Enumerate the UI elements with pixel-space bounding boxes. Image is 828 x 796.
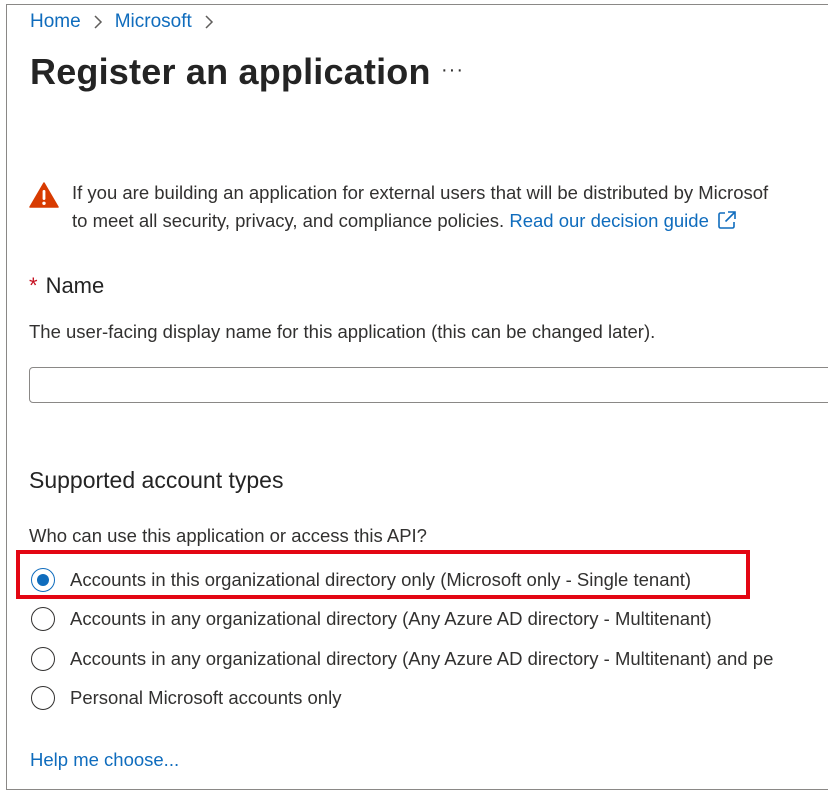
chevron-right-icon bbox=[93, 14, 103, 30]
warning-banner: If you are building an application for e… bbox=[29, 179, 828, 238]
radio-button[interactable] bbox=[31, 607, 55, 632]
breadcrumb-microsoft[interactable]: Microsoft bbox=[115, 11, 192, 33]
chevron-right-icon bbox=[204, 14, 214, 30]
blade-panel: Home Microsoft Register an application ·… bbox=[6, 4, 828, 790]
radio-button[interactable] bbox=[31, 686, 55, 711]
account-types-radio-group: Accounts in this organizational director… bbox=[31, 560, 828, 718]
breadcrumb-home[interactable]: Home bbox=[30, 11, 81, 33]
breadcrumb: Home Microsoft bbox=[30, 11, 226, 33]
warning-triangle-icon bbox=[29, 182, 59, 208]
radio-option-single-tenant[interactable]: Accounts in this organizational director… bbox=[31, 560, 828, 600]
account-types-question: Who can use this application or access t… bbox=[29, 525, 427, 546]
name-field-label: * Name bbox=[29, 273, 104, 299]
radio-button[interactable] bbox=[31, 646, 55, 671]
page-title: Register an application bbox=[30, 51, 431, 92]
required-marker: * bbox=[29, 273, 38, 298]
radio-label: Accounts in this organizational director… bbox=[70, 568, 692, 590]
radio-label: Personal Microsoft accounts only bbox=[70, 687, 342, 709]
decision-guide-link[interactable]: Read our decision guide bbox=[509, 210, 737, 231]
name-label-text: Name bbox=[45, 273, 105, 298]
radio-label: Accounts in any organizational directory… bbox=[70, 608, 712, 630]
help-me-choose-link[interactable]: Help me choose... bbox=[30, 749, 179, 771]
warning-text: If you are building an application for e… bbox=[72, 179, 768, 238]
radio-option-personal-only[interactable]: Personal Microsoft accounts only bbox=[31, 679, 828, 719]
radio-option-multitenant[interactable]: Accounts in any organizational directory… bbox=[31, 600, 828, 640]
radio-button-selected[interactable] bbox=[31, 567, 55, 592]
account-types-heading: Supported account types bbox=[29, 467, 284, 493]
name-input[interactable] bbox=[29, 367, 828, 403]
radio-option-multitenant-and-personal[interactable]: Accounts in any organizational directory… bbox=[31, 639, 828, 679]
warning-line-2-text: to meet all security, privacy, and compl… bbox=[72, 210, 510, 231]
more-options-button[interactable]: ··· bbox=[441, 59, 464, 82]
warning-line-2: to meet all security, privacy, and compl… bbox=[72, 207, 768, 238]
warning-line-1: If you are building an application for e… bbox=[72, 182, 769, 203]
name-field-description: The user-facing display name for this ap… bbox=[29, 321, 656, 342]
radio-label: Accounts in any organizational directory… bbox=[70, 647, 774, 669]
open-in-new-window-icon bbox=[717, 210, 737, 238]
decision-guide-link-text: Read our decision guide bbox=[509, 210, 709, 231]
